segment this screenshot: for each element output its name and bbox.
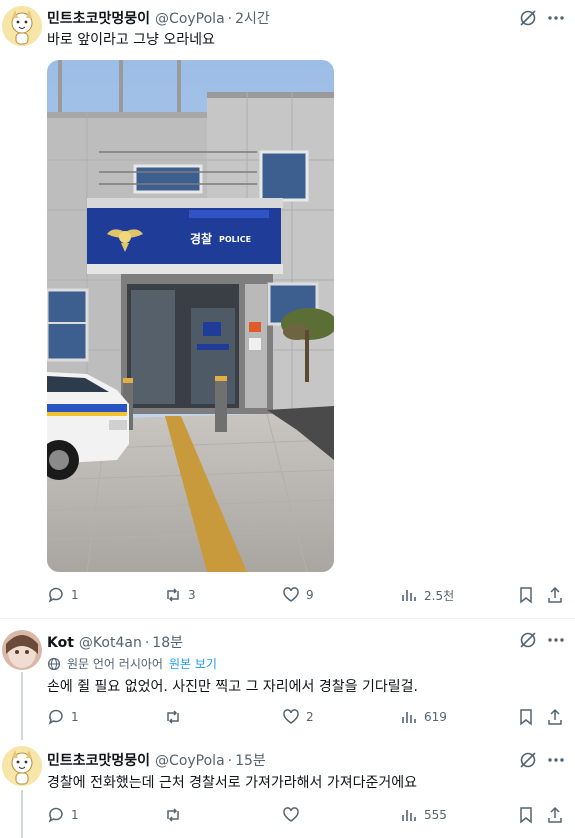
share-icon[interactable]	[546, 806, 564, 824]
views-chart-icon	[402, 712, 416, 723]
retweet-button[interactable]	[164, 806, 188, 824]
views-chart-icon	[402, 810, 416, 821]
avatar[interactable]	[2, 6, 42, 46]
show-original-link[interactable]: 원본 보기	[169, 655, 217, 672]
tweet-actions: 1 2 619	[47, 708, 567, 730]
like-button[interactable]: 9	[282, 586, 314, 604]
tweet-3[interactable]: 민트초코맛멍뭉이 @CoyPola · 15분 경찰에 전화했는데 근처 경찰서…	[0, 740, 575, 838]
more-options-icon[interactable]	[545, 631, 567, 649]
tweet-header: Kot @Kot4an · 18분	[47, 632, 183, 652]
tweet-text: 손에 쥘 필요 없었어. 사진만 찍고 그 자리에서 경찰을 기다릴걸.	[47, 679, 418, 695]
tweet-header: 민트초코맛멍뭉이 @CoyPola · 15분	[47, 750, 266, 770]
timestamp[interactable]: 15분	[235, 750, 266, 770]
tweet-actions: 1 555	[47, 806, 567, 828]
tweet-text: 바로 앞이라고 그냥 오라네요	[47, 32, 215, 48]
police-station-photo: 경찰 POLICE	[47, 60, 334, 572]
avatar-dog-image	[2, 6, 42, 46]
tweet-photo[interactable]: 경찰 POLICE	[47, 60, 334, 572]
grok-icon[interactable]	[519, 9, 537, 27]
bookmark-icon[interactable]	[517, 586, 535, 604]
avatar[interactable]	[2, 746, 42, 786]
like-count: 9	[306, 588, 314, 602]
tweet-actions: 1 3 9 2.5천	[47, 586, 567, 608]
tweet-1[interactable]: 민트초코맛멍뭉이 @CoyPola · 2시간 바로 앞이라고 그냥 오라네요	[0, 0, 575, 620]
tweet-divider	[0, 618, 575, 619]
heart-icon	[283, 807, 299, 822]
separator-dot: ·	[144, 635, 150, 651]
timestamp[interactable]: 18분	[152, 632, 183, 652]
reply-icon	[48, 807, 63, 823]
views-button[interactable]: 619	[400, 708, 447, 726]
display-name[interactable]: Kot	[47, 635, 74, 651]
reply-icon	[48, 709, 63, 725]
avatar[interactable]	[2, 630, 42, 670]
thread-connector-line	[21, 672, 23, 740]
like-button[interactable]	[282, 806, 306, 824]
heart-icon	[283, 587, 299, 602]
retweet-button[interactable]: 3	[164, 586, 196, 604]
retweet-icon	[167, 588, 179, 602]
reply-button[interactable]: 1	[47, 806, 79, 824]
views-count: 619	[424, 710, 447, 724]
tweet-text: 경찰에 전화했는데 근처 경찰서로 가져가라해서 가져다준거에요	[47, 775, 418, 791]
views-count: 2.5천	[424, 588, 455, 603]
user-handle[interactable]: @CoyPola	[155, 11, 225, 27]
tweet-2[interactable]: Kot @Kot4an · 18분 원문 언어 러시아어 원본 보기 손에 쥘 …	[0, 620, 575, 738]
share-icon[interactable]	[546, 708, 564, 726]
translation-language: 원문 언어 러시아어	[67, 657, 163, 671]
avatar-photo-image	[2, 630, 42, 670]
separator-dot: ·	[227, 753, 233, 769]
bookmark-icon[interactable]	[517, 806, 535, 824]
display-name[interactable]: 민트초코맛멍뭉이	[47, 8, 150, 28]
police-sign-english: POLICE	[219, 235, 251, 244]
like-button[interactable]: 2	[282, 708, 314, 726]
thread-connector-line	[21, 790, 23, 838]
views-count: 555	[424, 808, 447, 822]
views-button[interactable]: 2.5천	[400, 586, 454, 604]
like-count: 2	[306, 710, 314, 724]
retweet-icon	[167, 710, 179, 724]
reply-count: 1	[71, 710, 79, 724]
user-handle[interactable]: @CoyPola	[155, 753, 225, 769]
reply-count: 1	[71, 808, 79, 822]
reply-button[interactable]: 1	[47, 708, 79, 726]
tweet-header: 민트초코맛멍뭉이 @CoyPola · 2시간	[47, 8, 270, 28]
heart-icon	[283, 709, 299, 724]
translation-notice: 원문 언어 러시아어 원본 보기	[47, 655, 217, 672]
bookmark-icon[interactable]	[517, 708, 535, 726]
more-options-icon[interactable]	[545, 751, 567, 769]
grok-icon[interactable]	[519, 751, 537, 769]
retweet-button[interactable]	[164, 708, 188, 726]
views-chart-icon	[402, 590, 416, 601]
avatar-dog-image	[2, 746, 42, 786]
reply-count: 1	[71, 588, 79, 602]
police-sign-korean: 경찰	[190, 231, 212, 246]
views-button[interactable]: 555	[400, 806, 447, 824]
reply-icon	[48, 587, 63, 603]
retweet-count: 3	[188, 588, 196, 602]
display-name[interactable]: 민트초코맛멍뭉이	[47, 750, 150, 770]
timestamp[interactable]: 2시간	[235, 8, 270, 28]
user-handle[interactable]: @Kot4an	[79, 635, 142, 651]
retweet-icon	[167, 808, 179, 822]
separator-dot: ·	[227, 11, 233, 27]
share-icon[interactable]	[546, 586, 564, 604]
globe-icon	[47, 657, 61, 670]
grok-icon[interactable]	[519, 631, 537, 649]
reply-button[interactable]: 1	[47, 586, 79, 604]
more-options-icon[interactable]	[545, 9, 567, 27]
